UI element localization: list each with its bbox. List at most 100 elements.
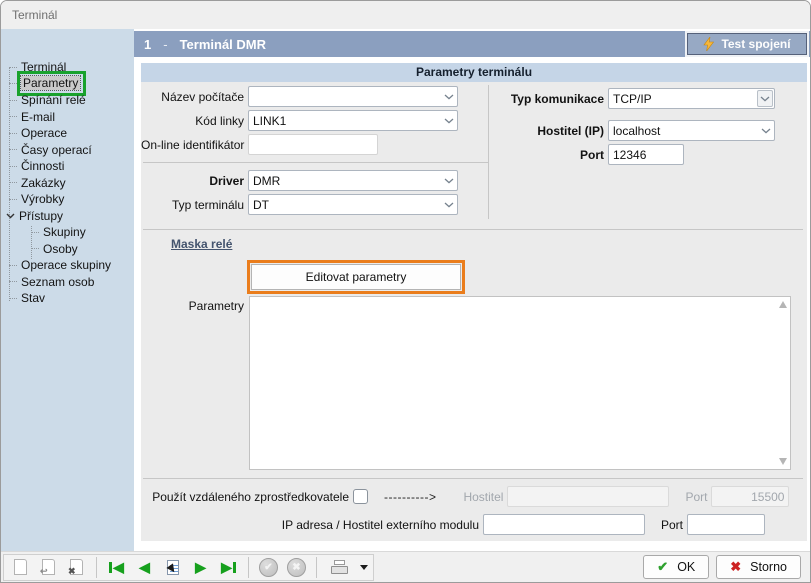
sidebar-item-parametry[interactable]: Parametry [1, 76, 134, 93]
app-window: Terminál Terminál Parametry Spínání relé [0, 0, 811, 583]
terminal-type-combobox[interactable] [248, 194, 458, 215]
host-ip-input[interactable] [609, 124, 758, 138]
first-record-button[interactable]: ◀ [105, 556, 128, 579]
use-remote-label: Použít vzdáleného zprostředkovatele [141, 490, 349, 504]
browse-list-icon [167, 560, 179, 575]
host-ip-label: Hostitel (IP) [441, 124, 604, 138]
sidebar-item-casy-operaci[interactable]: Časy operací [1, 142, 134, 159]
first-record-icon: ◀ [109, 560, 124, 574]
previous-record-icon: ◀ [139, 560, 150, 574]
ok-button[interactable]: ✔ OK [643, 555, 709, 579]
print-dropdown-icon[interactable] [360, 565, 368, 570]
sidebar-item-spinani-rele[interactable]: Spínání relé [1, 92, 134, 109]
parameters-textarea-wrap [249, 296, 791, 470]
port-input[interactable] [609, 148, 683, 162]
chevron-down-icon[interactable] [441, 202, 457, 208]
use-remote-checkbox[interactable] [353, 489, 368, 504]
chevron-down-icon[interactable] [758, 128, 774, 134]
external-module-field [483, 514, 645, 535]
cancel-icon: ✖ [287, 558, 306, 577]
doc-new-icon [14, 559, 27, 575]
titlebar: Terminál [1, 1, 810, 29]
parameters-textarea[interactable] [250, 297, 790, 469]
storno-button[interactable]: ✖ Storno [716, 555, 801, 579]
external-module-input[interactable] [484, 518, 644, 532]
sidebar-item-osoby[interactable]: Osoby [1, 241, 134, 258]
communication-type-label: Typ komunikace [441, 92, 604, 106]
x-icon: ✖ [730, 559, 741, 575]
check-icon: ✔ [657, 559, 668, 575]
left-separator [143, 162, 488, 163]
terminal-type-input[interactable] [249, 198, 441, 212]
line-code-combobox[interactable] [248, 110, 458, 131]
last-record-button[interactable]: ▶ [217, 556, 240, 579]
next-record-button[interactable]: ▶ [189, 556, 212, 579]
print-button[interactable] [325, 556, 353, 579]
online-identifier-input[interactable] [249, 138, 377, 152]
remote-port-input [712, 490, 788, 504]
computer-name-combobox[interactable] [248, 86, 458, 107]
sidebar-item-pristupy[interactable]: Přístupy [1, 208, 134, 225]
scroll-up-icon[interactable] [779, 301, 787, 308]
lightning-icon [703, 37, 714, 51]
delete-record-button[interactable]: ✖ [65, 556, 88, 579]
printer-icon [331, 560, 348, 574]
host-ip-combobox[interactable] [608, 120, 775, 141]
remote-port-label: Port [671, 490, 707, 504]
revert-record-button[interactable]: ↩ [37, 556, 60, 579]
port-field [608, 144, 684, 165]
external-port-field [687, 514, 765, 535]
relay-mask-link[interactable]: Maska relé [171, 237, 232, 251]
nav-tree: Terminál Parametry Spínání relé E-mail O… [1, 29, 134, 307]
sidebar-item-vyrobky[interactable]: Výrobky [1, 191, 134, 208]
online-identifier-field [248, 134, 378, 155]
footer-toolbar: ↩ ✖ ◀ ◀ ▶ ▶ ✔ ✖ ✔ OK ✖ Storno [1, 551, 810, 582]
sidebar-item-skupiny[interactable]: Skupiny [1, 224, 134, 241]
accept-changes-button[interactable]: ✔ [257, 556, 280, 579]
record-number: 1 [144, 37, 151, 52]
ok-label: OK [677, 560, 695, 574]
edit-parameters-button[interactable]: Editovat parametry [251, 264, 461, 290]
scroll-down-icon[interactable] [779, 458, 787, 465]
driver-input[interactable] [249, 174, 441, 188]
remote-host-input [508, 490, 668, 504]
sidebar: Terminál Parametry Spínání relé E-mail O… [1, 29, 134, 551]
section-separator [143, 229, 803, 230]
driver-combobox[interactable] [248, 170, 458, 191]
cancel-changes-button[interactable]: ✖ [285, 556, 308, 579]
new-record-button[interactable] [9, 556, 32, 579]
record-separator: - [163, 37, 167, 52]
sidebar-item-operace[interactable]: Operace [1, 125, 134, 142]
chevron-down-icon[interactable] [757, 90, 773, 107]
port-label: Port [441, 148, 604, 162]
browse-records-button[interactable] [161, 556, 184, 579]
communication-type-input[interactable] [609, 92, 757, 106]
computer-name-label: Název počítače [141, 90, 244, 104]
remote-host-label: Hostitel [450, 490, 503, 504]
test-connection-button[interactable]: Test spojení [687, 33, 807, 55]
sidebar-item-seznam-osob[interactable]: Seznam osob [1, 274, 134, 291]
doc-revert-icon: ↩ [42, 559, 55, 575]
external-module-label: IP adresa / Hostitel externího modulu [141, 518, 479, 532]
test-connection-label: Test spojení [721, 37, 790, 51]
sidebar-item-zakazky[interactable]: Zakázky [1, 175, 134, 192]
chevron-down-icon[interactable] [441, 178, 457, 184]
sidebar-item-email[interactable]: E-mail [1, 109, 134, 126]
sidebar-item-operace-skupiny[interactable]: Operace skupiny [1, 257, 134, 274]
sidebar-item-stav[interactable]: Stav [1, 290, 134, 307]
remote-host-field [507, 486, 669, 507]
communication-type-combobox[interactable] [608, 88, 775, 109]
previous-record-button[interactable]: ◀ [133, 556, 156, 579]
sidebar-item-cinnosti[interactable]: Činnosti [1, 158, 134, 175]
record-title: Terminál DMR [180, 37, 266, 52]
chevron-down-icon[interactable] [4, 210, 16, 222]
last-record-icon: ▶ [221, 560, 236, 574]
external-port-input[interactable] [688, 518, 764, 532]
line-code-input[interactable] [249, 114, 441, 128]
arrow-text: ----------> [384, 490, 436, 504]
next-record-icon: ▶ [195, 560, 206, 574]
computer-name-input[interactable] [249, 90, 441, 104]
record-header: 1 - Terminál DMR Test spojení [134, 31, 810, 57]
settings-panel: Parametry terminálu Název počítače Kód l… [141, 63, 807, 541]
terminal-type-label: Typ terminálu [141, 198, 244, 212]
